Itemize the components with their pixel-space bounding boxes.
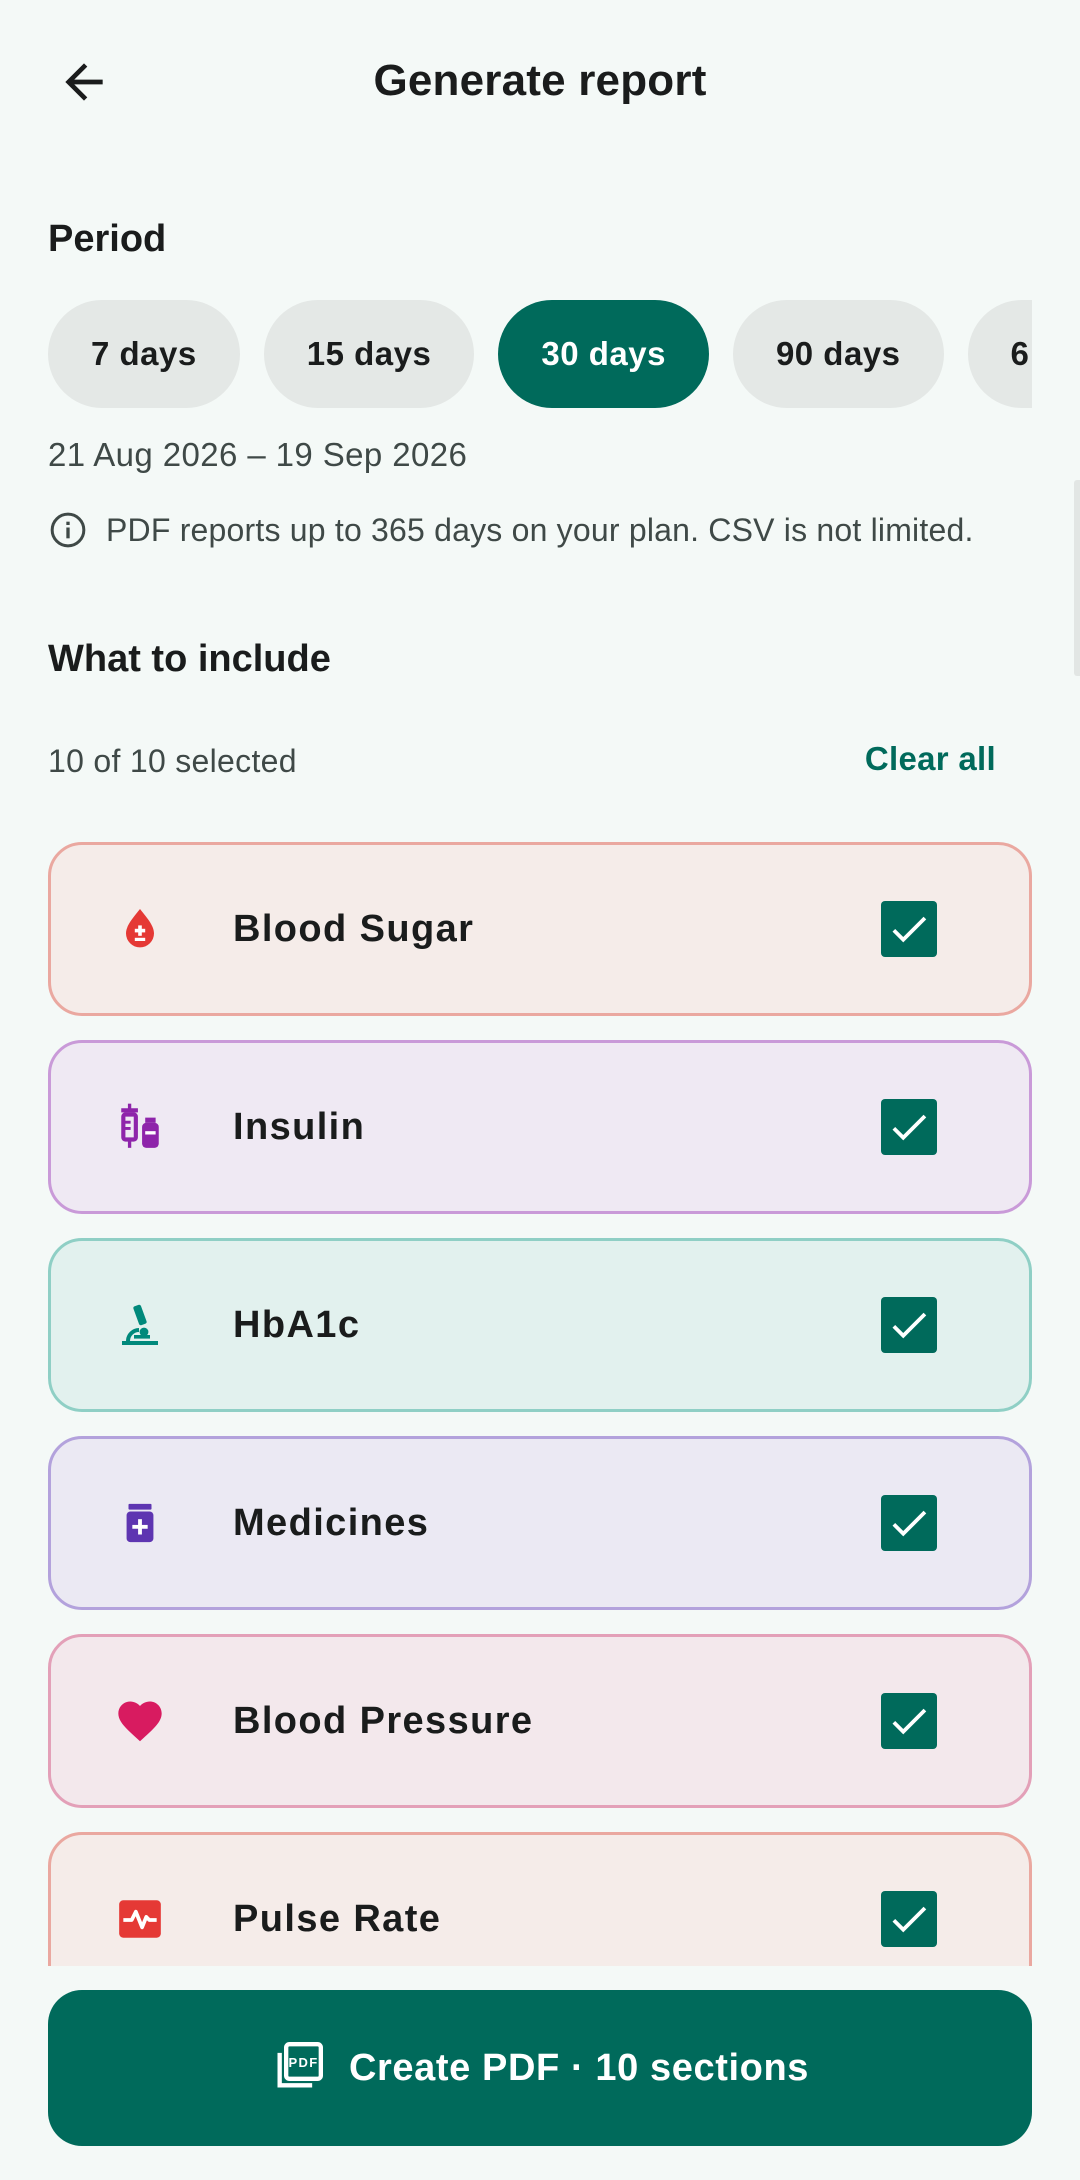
microscope-icon xyxy=(113,1298,167,1352)
period-chip-4[interactable]: 6 months xyxy=(967,300,1032,408)
include-checkbox[interactable] xyxy=(881,1099,937,1155)
svg-text:PDF: PDF xyxy=(289,2055,319,2070)
create-pdf-label: Create PDF · 10 sections xyxy=(348,2046,809,2089)
include-checkbox[interactable] xyxy=(881,1693,937,1749)
include-item-medicines[interactable]: Medicines xyxy=(48,1436,1032,1610)
period-chip-group: 7 days15 days30 days90 days 6 months xyxy=(48,300,1032,410)
include-item-label: Medicines xyxy=(233,1501,430,1544)
include-item-label: Blood Pressure xyxy=(233,1699,534,1742)
checkmark-icon xyxy=(892,1708,927,1735)
page-title: Generate report xyxy=(373,56,707,105)
include-checkbox[interactable] xyxy=(881,1891,937,1947)
include-item-blood-sugar[interactable]: Blood Sugar xyxy=(48,842,1032,1016)
include-checkbox[interactable] xyxy=(881,1297,937,1353)
checkmark-icon xyxy=(892,1114,927,1141)
include-checkbox[interactable] xyxy=(881,1495,937,1551)
checkmark-icon xyxy=(892,1510,927,1537)
include-item-pulse-rate[interactable]: Pulse Rate xyxy=(48,1832,1032,1966)
pulse-icon xyxy=(113,1892,167,1946)
include-list: Blood Sugar Insulin HbA1c Medicines Blood Pr… xyxy=(0,830,1080,1966)
create-pdf-button[interactable]: PDF Create PDF · 10 sections xyxy=(48,1990,1032,2146)
plan-info-text: PDF reports up to 365 days on your plan.… xyxy=(106,511,974,548)
include-item-label: Insulin xyxy=(233,1105,366,1148)
pdf-file-icon: PDF xyxy=(277,2042,323,2088)
clear-all-button[interactable]: Clear all xyxy=(865,740,996,778)
period-chip-2[interactable]: 30 days xyxy=(498,300,709,408)
date-range-text: 21 Aug 2026 – 19 Sep 2026 xyxy=(48,436,468,473)
period-chip-0[interactable]: 7 days xyxy=(48,300,240,408)
blood-drop-icon xyxy=(113,902,167,956)
medicine-bottle-icon xyxy=(113,1496,167,1550)
top-app-bar: Generate report xyxy=(0,0,1080,164)
heart-icon xyxy=(113,1694,167,1748)
plan-info-row: PDF reports up to 365 days on your plan.… xyxy=(48,510,974,550)
period-chip-3[interactable]: 90 days xyxy=(732,300,944,408)
include-item-label: Pulse Rate xyxy=(233,1897,442,1940)
syringe-vial-icon xyxy=(113,1100,167,1154)
checkmark-icon xyxy=(892,916,927,943)
include-item-insulin[interactable]: Insulin xyxy=(48,1040,1032,1214)
selected-count: 10 of 10 selected xyxy=(48,743,297,779)
include-item-hba1c[interactable]: HbA1c xyxy=(48,1238,1032,1412)
include-item-label: HbA1c xyxy=(233,1303,361,1346)
checkmark-icon xyxy=(892,1906,927,1933)
bottom-action-bar: PDF Create PDF · 10 sections xyxy=(0,1966,1080,2180)
include-item-blood-pressure[interactable]: Blood Pressure xyxy=(48,1634,1032,1808)
include-checkbox[interactable] xyxy=(881,901,937,957)
info-icon xyxy=(50,512,86,548)
period-chip-1[interactable]: 15 days xyxy=(263,300,475,408)
period-section-title: Period xyxy=(48,218,167,260)
checkmark-icon xyxy=(892,1312,927,1339)
include-section-title: What to include xyxy=(48,638,331,680)
scroll-indicator xyxy=(1074,480,1080,676)
include-item-label: Blood Sugar xyxy=(233,907,475,950)
